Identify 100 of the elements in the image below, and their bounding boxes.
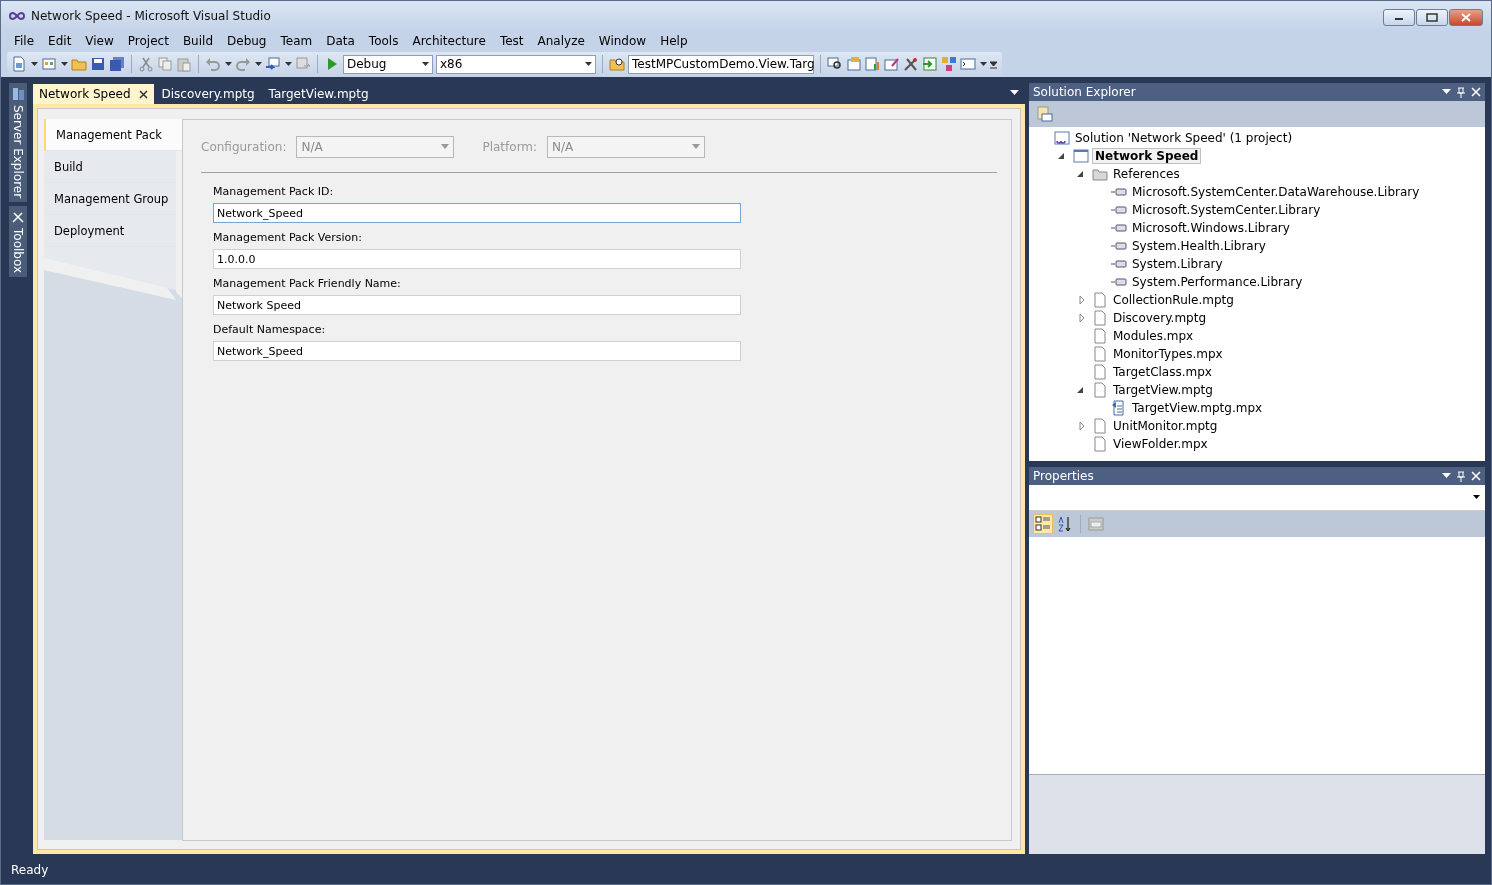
tree-item[interactable]: Discovery.mptg — [1111, 311, 1209, 325]
property-page-tab[interactable]: Management Group — [44, 183, 176, 215]
pane-title: Properties — [1033, 469, 1095, 483]
menu-item[interactable]: Data — [319, 34, 362, 48]
navigate-icon[interactable] — [265, 56, 281, 72]
pin-icon[interactable] — [1457, 86, 1465, 98]
tree-item[interactable]: TargetView.mptg.mpx — [1130, 401, 1265, 415]
tree-item[interactable]: System.Library — [1130, 257, 1225, 271]
dropdown-arrow-icon[interactable] — [1442, 89, 1451, 95]
property-page-tab[interactable]: Build — [44, 151, 176, 183]
server-icon — [11, 87, 25, 101]
infinity-logo-icon — [9, 11, 25, 21]
platform-dropdown[interactable]: x86 — [436, 54, 596, 74]
tree-item[interactable]: Microsoft.SystemCenter.DataWarehouse.Library — [1130, 185, 1422, 199]
project-icon — [1073, 148, 1089, 164]
menu-item[interactable]: Debug — [220, 34, 274, 48]
close-icon[interactable] — [138, 89, 148, 99]
restore-icon — [1426, 13, 1438, 22]
dropdown-arrow-icon — [1473, 494, 1481, 501]
dropdown-arrow-icon[interactable] — [224, 60, 232, 68]
tree-item[interactable]: Microsoft.Windows.Library — [1130, 221, 1292, 235]
minimize-button[interactable] — [1383, 9, 1415, 26]
tree-item[interactable]: Network Speed — [1092, 148, 1202, 164]
combo-value: x86 — [440, 57, 463, 71]
window-title: Network Speed - Microsoft Visual Studio — [31, 9, 272, 23]
tab-list-dropdown-icon[interactable] — [1010, 90, 1019, 96]
dropdown-arrow-icon[interactable] — [584, 60, 592, 68]
dropdown-arrow-icon[interactable] — [1442, 473, 1451, 479]
save-icon[interactable] — [90, 56, 106, 72]
dropdown-arrow-icon[interactable] — [254, 60, 262, 68]
close-button[interactable] — [1449, 9, 1483, 26]
menu-item[interactable]: View — [78, 34, 121, 48]
tree-item[interactable]: Solution 'Network Speed' (1 project) — [1073, 131, 1295, 145]
cut-icon[interactable] — [138, 56, 154, 72]
alphabetical-sort-icon[interactable] — [1057, 516, 1073, 532]
import-icon[interactable] — [922, 56, 938, 72]
menu-item[interactable]: Project — [120, 34, 176, 48]
document-tab[interactable]: Discovery.mptg — [155, 84, 261, 104]
save-all-icon[interactable] — [109, 56, 125, 72]
tree-item[interactable]: Microsoft.SystemCenter.Library — [1130, 203, 1323, 217]
dropdown-arrow-icon[interactable] — [421, 60, 429, 68]
file-icon — [1092, 436, 1108, 452]
text-field[interactable]: Network Speed — [213, 295, 741, 315]
status-text: Ready — [11, 863, 49, 877]
tree-item[interactable]: TargetClass.mpx — [1111, 365, 1214, 379]
document-tab[interactable]: Network Speed — [33, 84, 154, 104]
selector-label: Platform: — [482, 140, 538, 154]
tree-item[interactable]: System.Health.Library — [1130, 239, 1268, 253]
text-field[interactable]: Network_Speed — [213, 341, 741, 361]
tree-item[interactable]: System.Performance.Library — [1130, 275, 1305, 289]
file-icon — [1092, 292, 1108, 308]
tree-item[interactable]: ViewFolder.mpx — [1111, 437, 1210, 451]
generated-file-icon — [1111, 400, 1127, 416]
tree-item[interactable]: CollectionRule.mptg — [1111, 293, 1236, 307]
tree-item[interactable]: Modules.mpx — [1111, 329, 1196, 343]
maximize-button[interactable] — [1416, 9, 1448, 26]
menu-item[interactable]: Build — [175, 34, 220, 48]
find-in-files-icon[interactable] — [609, 56, 625, 72]
dropdown-arrow-icon[interactable] — [60, 60, 68, 68]
properties-icon[interactable] — [1037, 106, 1053, 122]
menu-item[interactable]: Test — [492, 34, 531, 48]
file-icon — [1092, 364, 1108, 380]
menu-item[interactable]: File — [7, 34, 42, 48]
categorized-icon[interactable] — [1033, 514, 1053, 534]
file-icon — [1092, 346, 1108, 362]
tools-icon[interactable] — [903, 56, 919, 72]
tree-item[interactable]: References — [1111, 167, 1182, 181]
tree-item[interactable]: UnitMonitor.mptg — [1111, 419, 1220, 433]
configuration-dropdown[interactable]: Debug — [343, 54, 433, 74]
edit-icon[interactable] — [884, 56, 900, 72]
side-tab[interactable]: Server Explorer — [9, 83, 27, 203]
side-tab[interactable]: Toolbox — [9, 206, 27, 278]
tree-item[interactable]: TargetView.mptg — [1111, 383, 1215, 397]
field-label: Management Pack Version: — [213, 231, 363, 244]
menu-item[interactable]: Analyze — [530, 34, 592, 48]
pin-icon[interactable] — [1457, 470, 1465, 482]
menu-item[interactable]: Help — [653, 34, 695, 48]
dropdown-arrow-icon — [441, 144, 450, 150]
find-icon[interactable] — [827, 56, 843, 72]
tree-item[interactable]: MonitorTypes.mpx — [1111, 347, 1225, 361]
menu-item[interactable]: Window — [591, 34, 654, 48]
text-field[interactable]: Network_Speed — [213, 203, 741, 223]
diagram-icon[interactable] — [941, 56, 957, 72]
chart-icon[interactable] — [865, 56, 881, 72]
document-tab[interactable]: TargetView.mptg — [262, 84, 375, 104]
field-label: Management Pack ID: — [213, 185, 335, 198]
menu-item[interactable]: Architecture — [405, 34, 493, 48]
toolbar-options-icon[interactable] — [990, 59, 998, 69]
dropdown-arrow-icon[interactable] — [284, 60, 292, 68]
tools-icon — [11, 210, 25, 225]
pane-title: Solution Explorer — [1033, 85, 1137, 99]
folder-icon — [1092, 166, 1108, 182]
menu-item[interactable]: Team — [273, 34, 320, 48]
dropdown-arrow-icon[interactable] — [979, 60, 987, 68]
menu-item[interactable]: Tools — [361, 34, 406, 48]
text-field[interactable]: 1.0.0.0 — [213, 249, 741, 269]
menu-item[interactable]: Edit — [41, 34, 79, 48]
dropdown-arrow-icon[interactable] — [30, 60, 38, 68]
property-page-tab[interactable]: Management Pack — [44, 119, 182, 151]
property-page-tab[interactable]: Deployment — [44, 215, 176, 247]
